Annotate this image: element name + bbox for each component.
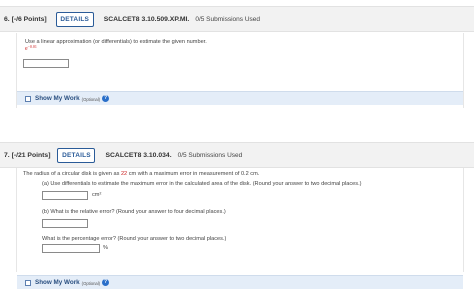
- help-icon[interactable]: ?: [102, 279, 110, 286]
- part-b-answer-field[interactable]: [42, 219, 88, 228]
- percentage-answer-field[interactable]: [42, 244, 100, 253]
- question-6-label: 6. [-/6 Points]: [4, 15, 47, 23]
- show-my-work-label: Show My Work: [35, 95, 80, 102]
- question-6-body: Use a linear approximation (or different…: [16, 33, 464, 108]
- help-icon[interactable]: ?: [102, 95, 110, 102]
- part-b-prompt: (b) What is the relative error? (Round y…: [42, 209, 226, 215]
- percentage-prompt: What is the percentage error? (Round you…: [42, 236, 227, 242]
- expand-plus-icon: [25, 95, 31, 102]
- details-button[interactable]: DETAILS: [57, 147, 96, 163]
- question-prompt: Use a linear approximation (or different…: [25, 39, 207, 45]
- question-code: SCALCET8 3.10.509.XP.MI.: [103, 15, 190, 23]
- optional-label: (Optional): [81, 280, 101, 286]
- question-7-body: The radius of a circular disk is given a…: [16, 168, 464, 289]
- percent-unit: %: [103, 245, 108, 251]
- optional-label: (Optional): [81, 96, 101, 102]
- part-a-answer-field[interactable]: [42, 191, 88, 200]
- given-number: e−0.01: [25, 44, 37, 52]
- question-7-header: 7. [-/21 Points] DETAILS SCALCET8 3.10.0…: [0, 142, 474, 168]
- area-unit: cm²: [92, 192, 102, 198]
- submissions-used: 0/5 Submissions Used: [195, 15, 260, 23]
- submissions-used: 0/5 Submissions Used: [177, 151, 243, 159]
- show-my-work-toggle[interactable]: Show My Work (Optional) ?: [17, 91, 463, 105]
- details-button[interactable]: DETAILS: [55, 11, 94, 27]
- part-a-prompt: (a) Use differentials to estimate the ma…: [42, 181, 362, 187]
- answer-field[interactable]: [23, 59, 69, 68]
- question-6-header: 6. [-/6 Points] DETAILS SCALCET8 3.10.50…: [0, 6, 474, 32]
- expand-plus-icon: [25, 279, 31, 286]
- question-code: SCALCET8 3.10.034.: [105, 151, 172, 159]
- question-7-label: 7. [-/21 Points]: [4, 151, 51, 159]
- show-my-work-label: Show My Work: [35, 279, 80, 286]
- question-prompt: The radius of a circular disk is given a…: [23, 171, 260, 177]
